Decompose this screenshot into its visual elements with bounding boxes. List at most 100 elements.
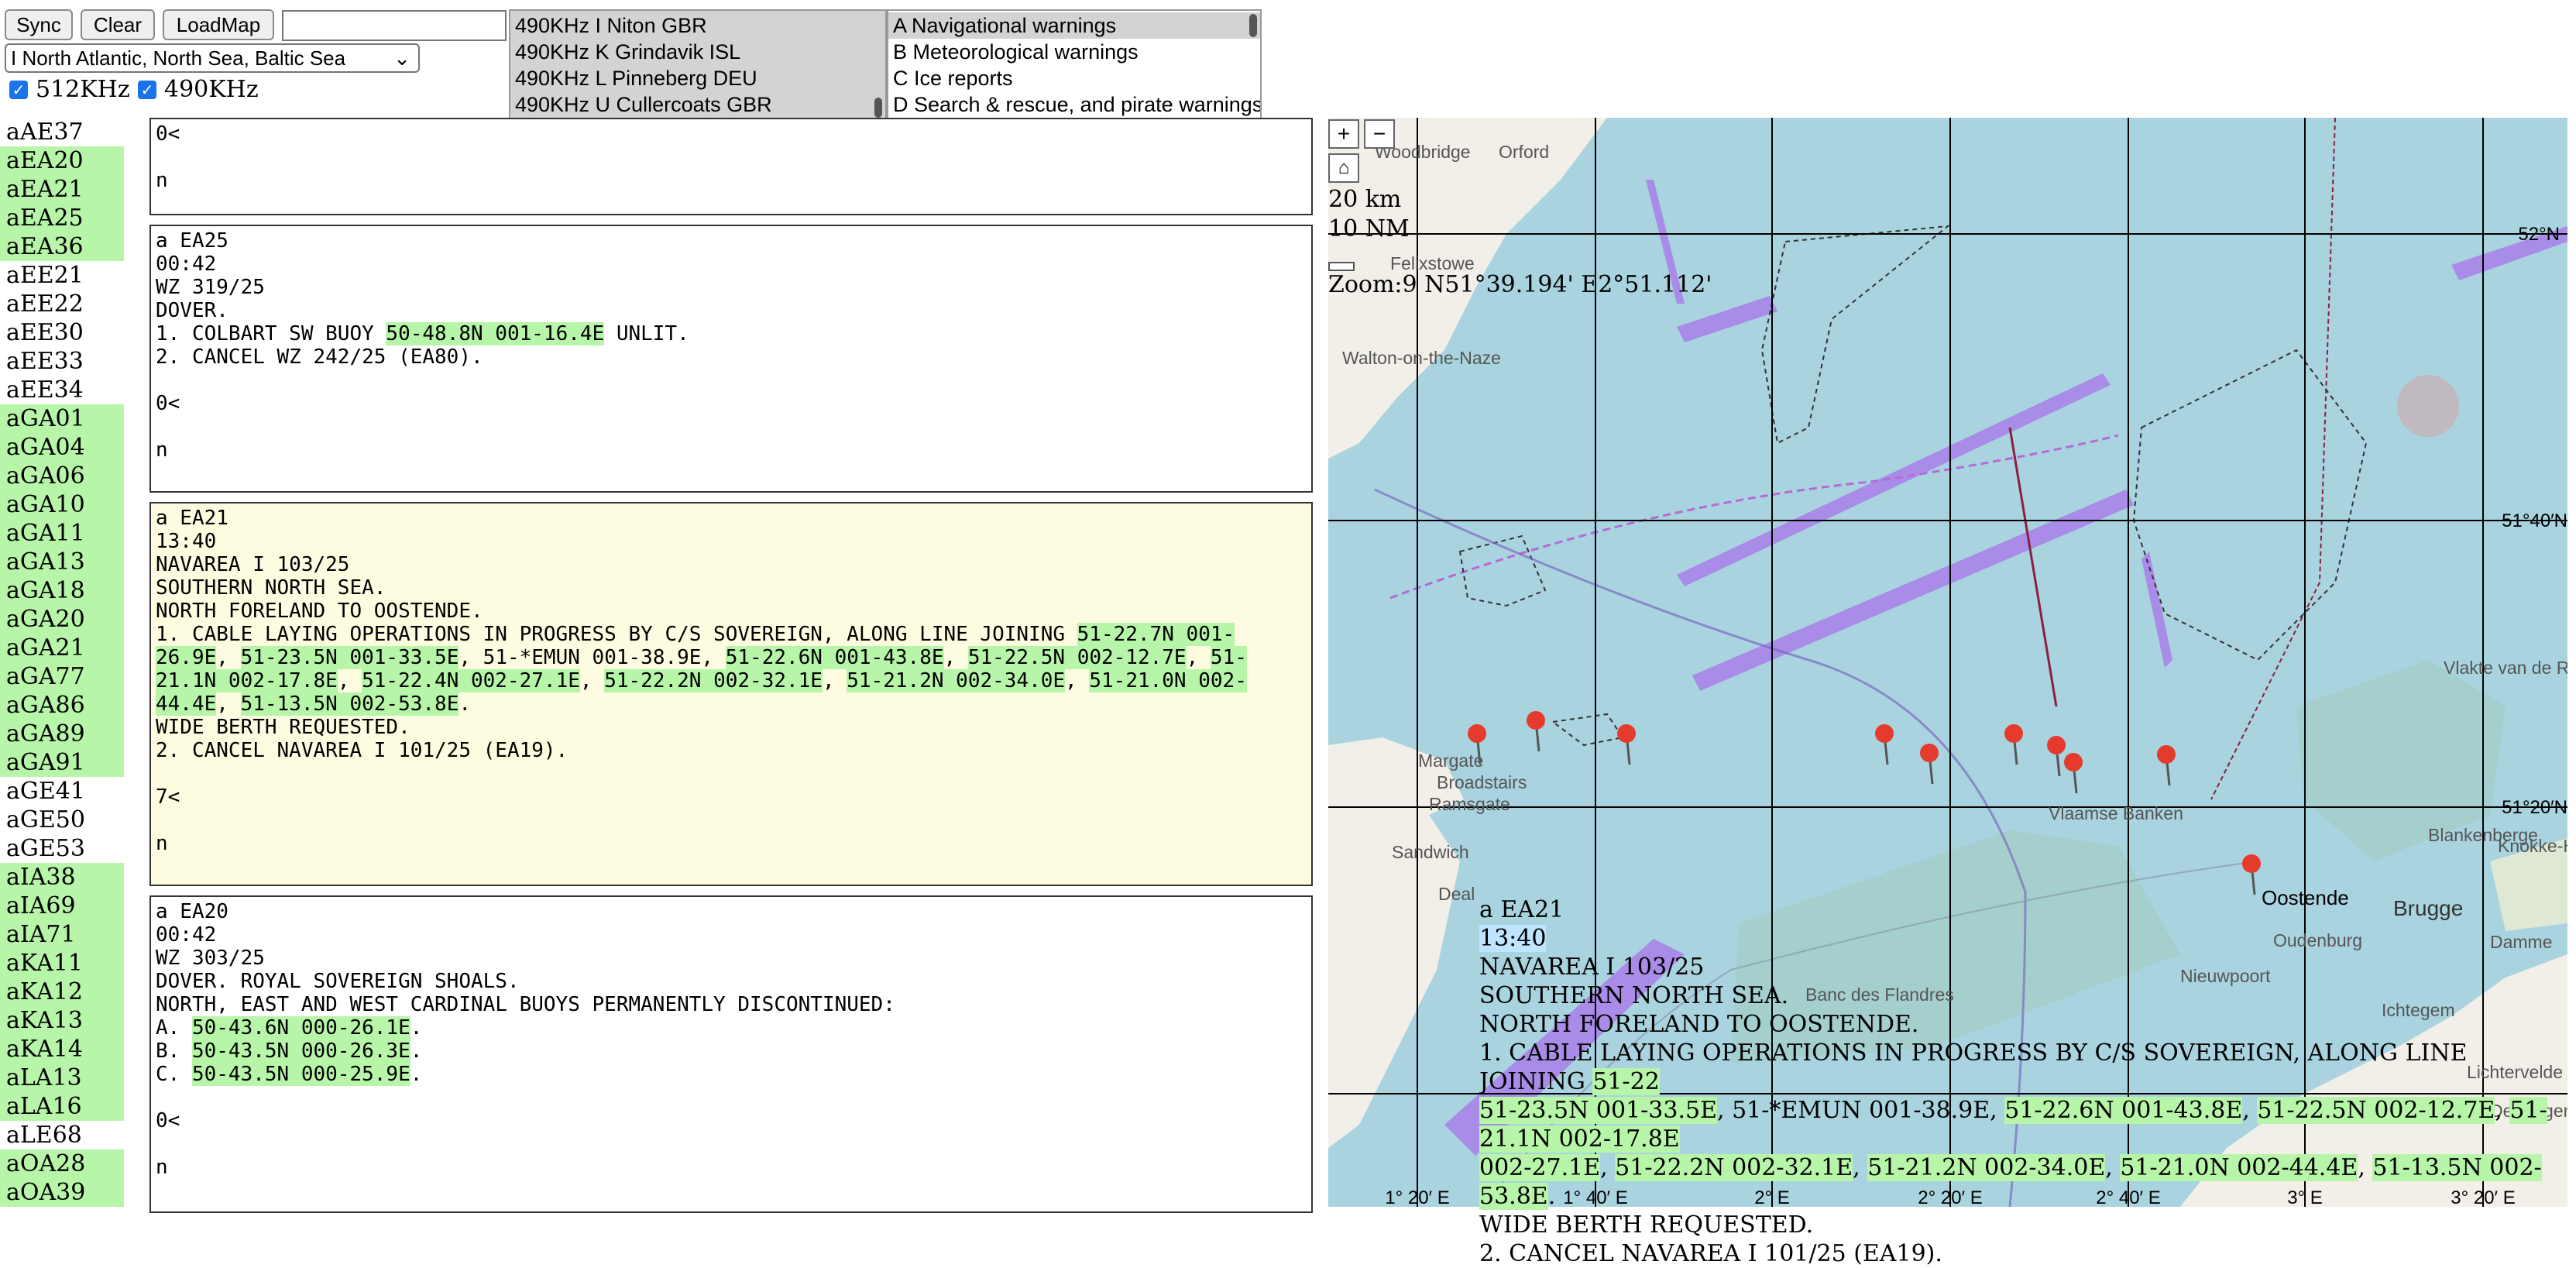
message-card[interactable]: a EA20 00:42 WZ 303/25 DOVER. ROYAL SOVE…	[149, 895, 1313, 1213]
category-option[interactable]: B Meteorological warnings	[888, 39, 1260, 65]
message-id-item[interactable]: aGA89	[0, 720, 124, 748]
message-id-item[interactable]: aGA21	[0, 634, 124, 662]
station-option[interactable]: 490KHz U Cullercoats GBR	[510, 91, 885, 118]
map-pin-icon[interactable]	[2004, 724, 2023, 765]
checkbox-512khz[interactable]: ✓ 512KHz	[9, 76, 130, 103]
zoom-in-button[interactable]: +	[1328, 119, 1359, 149]
place-label: Vlakte van de Raan	[2444, 658, 2567, 678]
message-id-item[interactable]: aGE53	[0, 834, 124, 863]
map-pin-icon[interactable]	[1527, 711, 1545, 752]
map-pin-icon[interactable]	[2157, 745, 2176, 786]
coordinate-highlight[interactable]: 50-48.8N 001-16.4E	[386, 322, 605, 345]
message-id-item[interactable]: aEE30	[0, 318, 124, 347]
popup-text: , 51-*EMUN 001-38.9E,	[1717, 1097, 2005, 1124]
message-text: ,	[943, 646, 968, 669]
message-id-item[interactable]: aKA13	[0, 1006, 124, 1035]
zoom-out-button[interactable]: −	[1364, 119, 1395, 149]
category-option[interactable]: C Ice reports	[888, 65, 1260, 91]
place-label: Knokke-Heist	[2498, 836, 2567, 856]
message-id-item[interactable]: aEE21	[0, 261, 124, 290]
message-id-item[interactable]: aGE50	[0, 806, 124, 834]
message-id-item[interactable]: aGA01	[0, 404, 124, 433]
coordinate-highlight[interactable]: 51-23.5N 001-33.5E	[240, 646, 459, 669]
message-id-item[interactable]: aGA77	[0, 662, 124, 691]
station-option[interactable]: 490KHz I Niton GBR	[510, 12, 885, 39]
message-id-item[interactable]: aGA91	[0, 748, 124, 777]
station-option[interactable]: 490KHz L Pinneberg DEU	[510, 65, 885, 91]
scrollbar-thumb[interactable]	[874, 98, 882, 118]
message-id-item[interactable]: aIA38	[0, 863, 124, 892]
message-id-item[interactable]: aGA06	[0, 462, 124, 490]
coordinate-highlight[interactable]: 51-21.2N 002-34.0E	[847, 669, 1066, 692]
lat-label: 51°20′N	[2502, 797, 2567, 818]
category-listbox[interactable]: A Navigational warnings B Meteorological…	[887, 9, 1262, 119]
route-line	[2008, 427, 2058, 707]
message-card[interactable]: a EA21 13:40 NAVAREA I 103/25 SOUTHERN N…	[149, 502, 1313, 886]
checkbox-checked-icon[interactable]: ✓	[138, 80, 156, 99]
message-id-item[interactable]: aEA20	[0, 146, 124, 175]
coordinate-highlight: 51-21.0N 002-44.4E	[2120, 1154, 2358, 1181]
home-icon: ⌂	[1338, 157, 1350, 178]
message-id-item[interactable]: aKA11	[0, 949, 124, 978]
home-button[interactable]: ⌂	[1328, 153, 1359, 183]
message-id-item[interactable]: aEE33	[0, 347, 124, 376]
message-id-item[interactable]: aIA71	[0, 920, 124, 949]
loadmap-button[interactable]: LoadMap	[163, 9, 274, 40]
coordinate-highlight: 51-22.5N 002-12.7E	[2257, 1097, 2495, 1124]
message-id-item[interactable]: aGA20	[0, 605, 124, 634]
message-id-item[interactable]: aEA21	[0, 175, 124, 204]
coordinate-highlight[interactable]: 50-43.5N 000-25.9E	[191, 1063, 410, 1086]
category-option[interactable]: D Search & rescue, and pirate warnings	[888, 91, 1260, 118]
coordinate-highlight[interactable]: 50-43.5N 000-26.3E	[191, 1039, 410, 1063]
message-id-item[interactable]: aGA86	[0, 691, 124, 720]
map-pin-icon[interactable]	[2064, 753, 2083, 794]
message-id-item[interactable]: aKA14	[0, 1035, 124, 1064]
station-listbox[interactable]: 490KHz I Niton GBR 490KHz K Grindavik IS…	[509, 9, 887, 119]
message-id-item[interactable]: aGA18	[0, 576, 124, 605]
coordinate-highlight[interactable]: 51-22.4N 002-27.1E	[362, 669, 580, 692]
checkbox-checked-icon[interactable]: ✓	[9, 80, 28, 99]
clear-button[interactable]: Clear	[81, 9, 155, 40]
search-input[interactable]	[282, 10, 507, 41]
message-id-item[interactable]: aIA69	[0, 892, 124, 920]
coordinate-highlight[interactable]: 51-22.6N 001-43.8E	[725, 646, 944, 669]
message-id-item[interactable]: aLA16	[0, 1092, 124, 1121]
message-id-item[interactable]: aOA39	[0, 1178, 124, 1207]
region-select[interactable]: I North Atlantic, North Sea, Baltic Sea …	[5, 43, 420, 73]
message-id-item[interactable]: aEE22	[0, 290, 124, 318]
windfarm-outline	[1551, 713, 1624, 747]
message-card[interactable]: 0< n	[149, 118, 1313, 215]
sync-button[interactable]: Sync	[5, 9, 73, 40]
coordinate-highlight[interactable]: 51-22.5N 002-12.7E	[967, 646, 1187, 669]
scrollbar-thumb[interactable]	[1249, 14, 1257, 37]
message-card[interactable]: a EA25 00:42 WZ 319/25 DOVER. 1. COLBART…	[149, 225, 1313, 493]
message-id-item[interactable]: aGA13	[0, 548, 124, 576]
station-option[interactable]: 490KHz K Grindavik ISL	[510, 39, 885, 65]
message-text: ,	[216, 646, 241, 669]
message-id-item[interactable]: aAE37	[0, 118, 124, 146]
message-id-item[interactable]: aGA10	[0, 490, 124, 519]
place-label: Deal	[1438, 884, 1475, 904]
coordinate-highlight[interactable]: 51-22.2N 002-32.1E	[604, 669, 823, 692]
map-pin-icon[interactable]	[1920, 744, 1939, 785]
map-pin-icon[interactable]	[1617, 724, 1636, 765]
message-id-item[interactable]: aKA12	[0, 978, 124, 1006]
coordinate-highlight[interactable]: 51-13.5N 002-53.8E	[240, 692, 459, 716]
map-pin-icon[interactable]	[1875, 724, 1894, 765]
message-id-item[interactable]: aGE41	[0, 777, 124, 806]
message-id-item[interactable]: aGA04	[0, 433, 124, 462]
map-pin-icon[interactable]	[2242, 854, 2261, 895]
popup-text: ,	[2105, 1154, 2121, 1181]
message-id-item[interactable]: aEE34	[0, 376, 124, 404]
message-id-item[interactable]: aOA28	[0, 1149, 124, 1178]
map-pin-icon[interactable]	[2047, 736, 2066, 777]
message-id-item[interactable]: aEA36	[0, 232, 124, 261]
checkbox-490khz[interactable]: ✓ 490KHz	[138, 76, 259, 103]
message-text: , 51-*EMUN 001-38.9E,	[459, 646, 726, 669]
message-id-item[interactable]: aLE68	[0, 1121, 124, 1149]
category-option[interactable]: A Navigational warnings	[888, 12, 1260, 39]
message-id-item[interactable]: aLA13	[0, 1064, 124, 1092]
message-id-item[interactable]: aGA11	[0, 519, 124, 548]
coordinate-highlight[interactable]: 50-43.6N 000-26.1E	[191, 1016, 410, 1039]
message-id-item[interactable]: aEA25	[0, 204, 124, 232]
